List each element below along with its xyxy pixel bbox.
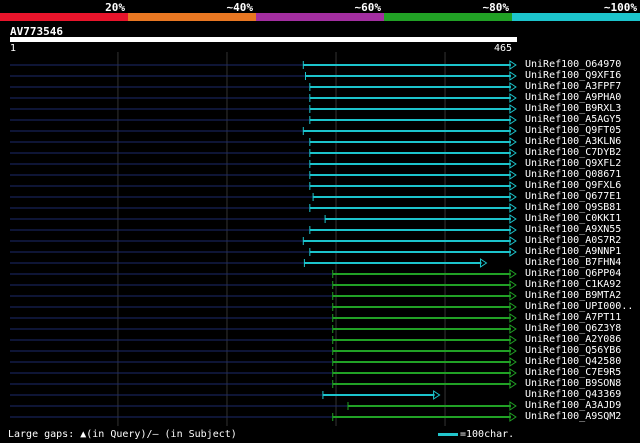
hit-label[interactable]: UniRef100_B9MTA2 bbox=[525, 290, 621, 301]
hit-label[interactable]: UniRef100_A9SQM2 bbox=[525, 411, 621, 422]
hit-label[interactable]: UniRef100_B9RXL3 bbox=[525, 103, 621, 114]
hit-label[interactable]: UniRef100_Q43369 bbox=[525, 389, 621, 400]
legend-segment bbox=[256, 13, 384, 21]
hit-label[interactable]: UniRef100_Q56YB6 bbox=[525, 345, 621, 356]
hit-label[interactable]: UniRef100_Q42580 bbox=[525, 356, 621, 367]
hit-label[interactable]: UniRef100_Q08671 bbox=[525, 169, 621, 180]
scale-legend: =100char. bbox=[438, 429, 514, 440]
legend-segment bbox=[128, 13, 256, 21]
scale-line-icon bbox=[438, 432, 458, 436]
hit-label[interactable]: UniRef100_Q9XFI6 bbox=[525, 70, 621, 81]
legend-label: ~60% bbox=[354, 1, 382, 14]
hit-label[interactable]: UniRef100_UPI000.. bbox=[525, 301, 633, 312]
legend-segment bbox=[0, 13, 128, 21]
hit-label[interactable]: UniRef100_A9PHA0 bbox=[525, 92, 621, 103]
hit-label[interactable]: UniRef100_A9NNP1 bbox=[525, 246, 621, 257]
hit-label[interactable]: UniRef100_C7DYB2 bbox=[525, 147, 621, 158]
query-bar bbox=[10, 37, 517, 42]
hit-label[interactable]: UniRef100_Q9XFL2 bbox=[525, 158, 621, 169]
hit-label[interactable]: UniRef100_A9XN55 bbox=[525, 224, 621, 235]
hit-label[interactable]: UniRef100_A3FPF7 bbox=[525, 81, 621, 92]
identity-legend: 20% ~40% ~60% ~80% ~100% bbox=[0, 0, 640, 21]
hit-label[interactable]: UniRef100_A3AJD9 bbox=[525, 400, 621, 411]
hit-label[interactable]: UniRef100_B9SON8 bbox=[525, 378, 621, 389]
hit-label[interactable]: UniRef100_A3KLN6 bbox=[525, 136, 621, 147]
hit-label[interactable]: UniRef100_O64970 bbox=[525, 59, 621, 70]
hit-label[interactable]: UniRef100_Q6PP04 bbox=[525, 268, 621, 279]
legend-label: ~80% bbox=[482, 1, 510, 14]
hit-label[interactable]: UniRef100_Q6Z3Y8 bbox=[525, 323, 621, 334]
hit-label[interactable]: UniRef100_A7PT11 bbox=[525, 312, 621, 323]
hit-label[interactable]: UniRef100_C7E9R5 bbox=[525, 367, 621, 378]
legend-label: ~40% bbox=[226, 1, 254, 14]
legend-segment bbox=[384, 13, 512, 21]
hit-label[interactable]: UniRef100_Q9FT05 bbox=[525, 125, 621, 136]
hit-label[interactable]: UniRef100_B7FHN4 bbox=[525, 257, 621, 268]
legend-label: 20% bbox=[105, 1, 125, 14]
hit-label[interactable]: UniRef100_A0S7R2 bbox=[525, 235, 621, 246]
scale-text: =100char. bbox=[460, 429, 515, 440]
legend-segment bbox=[512, 13, 640, 21]
hit-label[interactable]: UniRef100_Q9FXL6 bbox=[525, 180, 621, 191]
gaps-legend: Large gaps: ▲(in Query)/– (in Subject) bbox=[8, 429, 237, 440]
legend-label: ~100% bbox=[603, 1, 637, 14]
hit-label[interactable]: UniRef100_C0KKI1 bbox=[525, 213, 621, 224]
hit-label[interactable]: UniRef100_A5AGY5 bbox=[525, 114, 621, 125]
hit-label[interactable]: UniRef100_A2Y086 bbox=[525, 334, 621, 345]
hit-label[interactable]: UniRef100_C1KA92 bbox=[525, 279, 621, 290]
hit-label[interactable]: UniRef100_Q9SB81 bbox=[525, 202, 621, 213]
hit-label[interactable]: UniRef100_Q677E1 bbox=[525, 191, 621, 202]
